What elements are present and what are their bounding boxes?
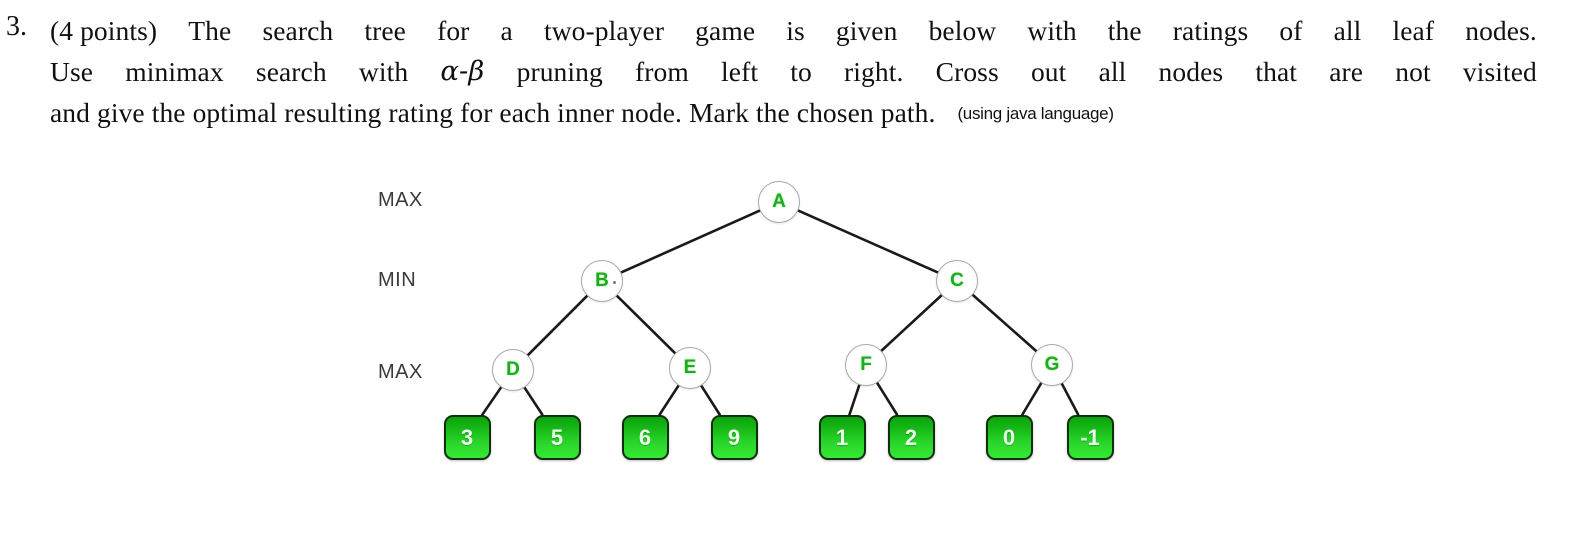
- leaf-node-value: -1: [1080, 425, 1100, 450]
- leaf-node-5[interactable]: 5: [533, 414, 581, 460]
- tree-node-d[interactable]: D: [492, 349, 534, 391]
- tree-node-e[interactable]: E: [669, 347, 711, 389]
- tree-edge-D-L1: [481, 386, 503, 416]
- tree-edge-E-L3: [658, 384, 680, 416]
- tree-node-label: A: [772, 190, 786, 212]
- search-tree-figure: MAX MIN MAX A B C D E F G 3 5 6 9 1 2 0 -1: [0, 0, 1576, 545]
- leaf-node-3[interactable]: 3: [443, 414, 491, 460]
- tree-edge-A-C: [796, 209, 940, 274]
- tree-edges-svg: [481, 209, 1080, 416]
- tree-node-g[interactable]: G: [1031, 344, 1073, 386]
- node-annotation-dot-icon: [613, 281, 616, 284]
- leaf-node-6[interactable]: 6: [621, 414, 669, 460]
- leaf-node-value: 3: [460, 425, 474, 450]
- leaf-node-9[interactable]: 9: [710, 414, 758, 460]
- tree-node-label: G: [1044, 353, 1060, 375]
- leaf-node-2[interactable]: 2: [887, 414, 935, 460]
- tree-edge-G-L8: [1060, 382, 1080, 416]
- tree-edge-B-E: [615, 294, 677, 355]
- leaf-node-value: 9: [727, 425, 741, 450]
- leaf-node-value: 5: [550, 425, 564, 450]
- leaf-node-1[interactable]: 1: [818, 414, 866, 460]
- leaf-node-0[interactable]: 0: [985, 414, 1033, 460]
- level-label-min-1: MIN: [378, 269, 417, 291]
- tree-node-label: C: [950, 269, 964, 291]
- tree-edge-B-D: [526, 294, 589, 357]
- tree-edge-G-L7: [1021, 381, 1043, 416]
- tree-edge-D-L2: [523, 386, 544, 416]
- level-label-max-2: MAX: [378, 361, 423, 383]
- tree-node-label: F: [860, 353, 872, 375]
- tree-node-label: E: [683, 356, 697, 378]
- leaf-node-value: 1: [835, 425, 849, 450]
- tree-edge-F-L5: [848, 383, 861, 416]
- tree-node-c[interactable]: C: [936, 260, 978, 302]
- leaf-node-neg1[interactable]: -1: [1066, 414, 1114, 460]
- tree-edge-F-L6: [875, 381, 899, 416]
- tree-edge-A-B: [619, 209, 762, 274]
- tree-edge-C-F: [880, 293, 943, 353]
- leaf-node-value: 6: [638, 425, 652, 450]
- leaf-node-value: 0: [1002, 425, 1016, 450]
- tree-node-f[interactable]: F: [845, 344, 887, 386]
- tree-node-a[interactable]: A: [758, 181, 800, 223]
- tree-node-label: B: [595, 269, 609, 291]
- tree-edge-E-L4: [699, 384, 721, 416]
- leaf-node-value: 2: [904, 425, 918, 450]
- tree-node-label: D: [506, 358, 520, 380]
- tree-node-b[interactable]: B: [581, 260, 623, 302]
- level-label-max-0: MAX: [378, 189, 423, 211]
- tree-edge-C-G: [971, 293, 1038, 353]
